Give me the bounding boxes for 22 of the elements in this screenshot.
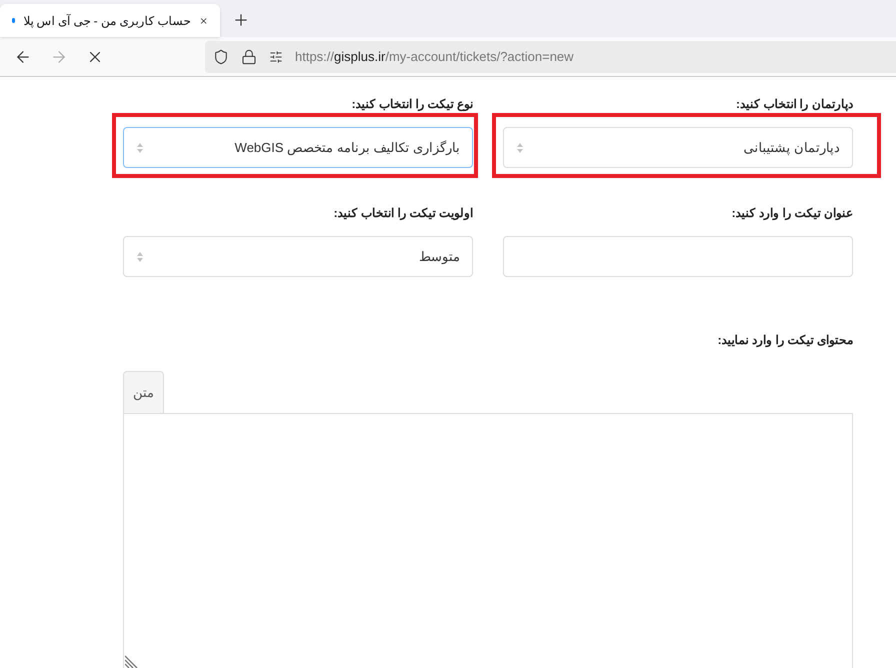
field-label: عنوان تیکت را وارد کنید: — [730, 205, 853, 222]
textarea-field[interactable] — [123, 413, 853, 668]
url-text: https://gisplus.ir/my-account/tickets/?action=new — [295, 48, 574, 66]
resize-handle-icon — [125, 654, 139, 668]
input-field[interactable] — [503, 236, 853, 277]
editor-tab[interactable]: متن — [123, 371, 164, 413]
sort-arrows-icon — [136, 142, 144, 154]
select-field[interactable]: بارگزاری تکالیف برنامه متخصص WebGIS — [123, 127, 473, 168]
sort-arrows-icon — [516, 142, 524, 154]
select-field[interactable]: دپارتمان پشتیبانی — [503, 127, 853, 168]
field-label: اولویت تیکت را انتخاب کنید: — [332, 205, 473, 222]
field-label: دپارتمان را انتخاب کنید: — [735, 96, 853, 113]
browser-tab[interactable]: حساب کاربری من - جی آی اس پلا — [0, 4, 220, 37]
field-label: نوع تیکت را انتخاب کنید: — [350, 96, 473, 113]
sort-arrows-icon — [136, 250, 144, 262]
address-bar[interactable]: https://gisplus.ir/my-account/tickets/?action=new — [205, 40, 896, 72]
shield-icon[interactable] — [213, 48, 229, 64]
permissions-icon[interactable] — [269, 50, 283, 64]
lock-icon[interactable] — [241, 48, 257, 64]
field-label: محتوای تیکت را وارد نمایید: — [716, 332, 853, 349]
select-field[interactable]: متوسط — [123, 236, 473, 277]
tab-title: حساب کاربری من - جی آی اس پلا — [23, 12, 191, 30]
